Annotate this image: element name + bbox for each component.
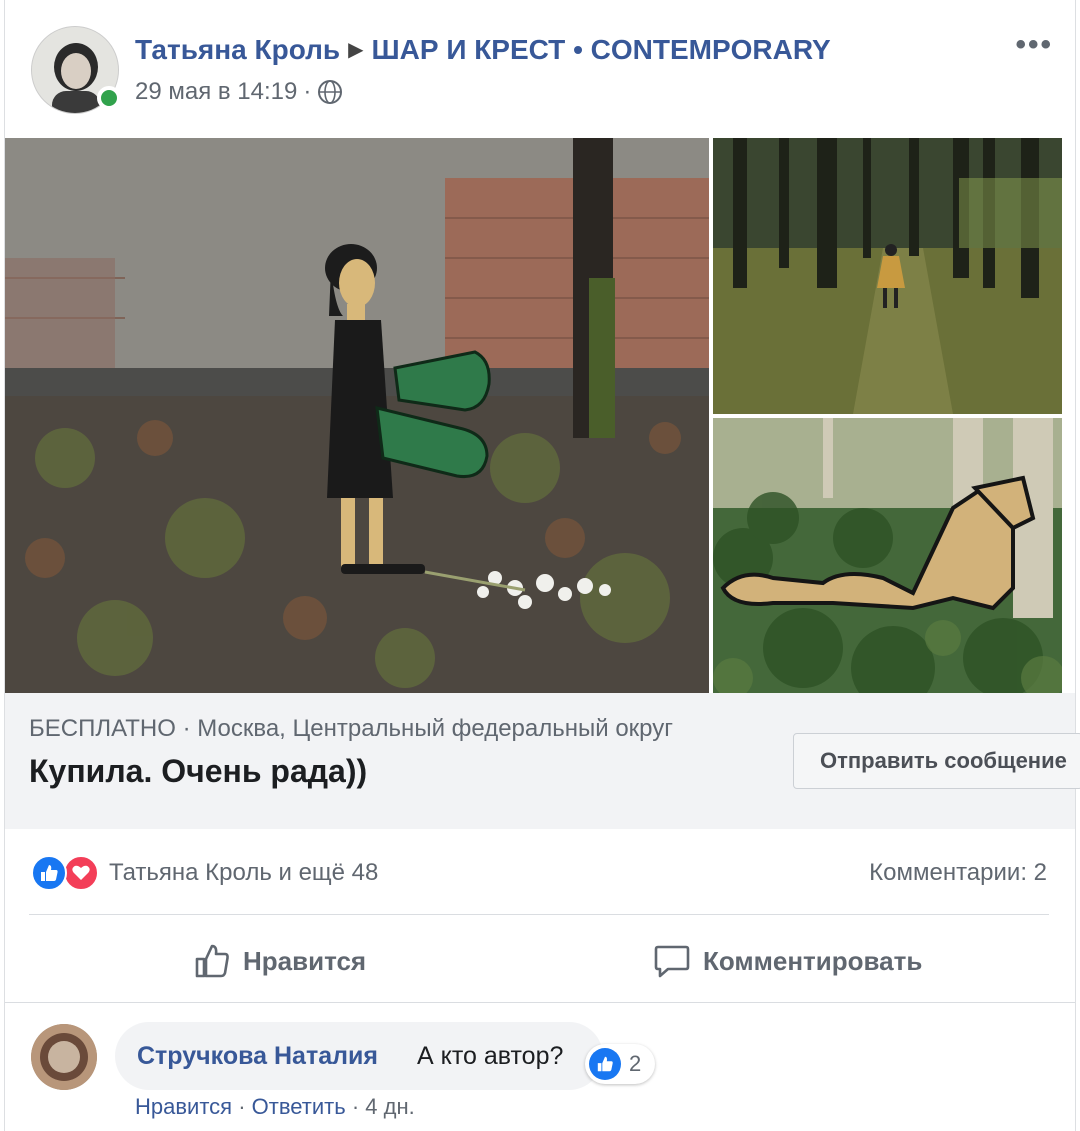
photo-street-art-girl[interactable] <box>5 138 709 693</box>
like-reaction-icon <box>31 855 67 891</box>
commenter-name-link[interactable]: Стручкова Наталия <box>137 1042 378 1071</box>
author-name-link[interactable]: Татьяна Кроль <box>135 34 340 65</box>
comment-age[interactable]: 4 дн. <box>365 1094 414 1119</box>
globe-icon[interactable] <box>317 79 343 105</box>
like-reaction-icon <box>589 1048 621 1080</box>
listing-location: Москва, Центральный федеральный округ <box>197 715 674 742</box>
send-message-button[interactable]: Отправить сообщение <box>793 733 1080 789</box>
photo-reclining-figure[interactable] <box>713 418 1062 693</box>
comment-actions: Нравится · Ответить · 4 дн. <box>135 1094 415 1120</box>
photo-forest-figure[interactable] <box>713 138 1062 414</box>
comment-icon <box>654 945 690 978</box>
comment-text: А кто автор? <box>417 1042 564 1070</box>
meta-separator: · <box>303 78 312 105</box>
comment-bubble: Стручкова Наталия А кто автор? <box>115 1022 603 1090</box>
comment-button-label: Комментировать <box>703 945 923 976</box>
listing-info: БЕСПЛАТНО · Москва, Центральный федераль… <box>5 693 1080 829</box>
more-options-icon[interactable]: ••• <box>1015 28 1053 62</box>
caret-right-icon: ▶ <box>348 39 364 61</box>
reactions-summary: Татьяна Кроль и ещё 48 Комментарии: 2 <box>5 845 1075 905</box>
listing-price: БЕСПЛАТНО <box>29 715 176 742</box>
reaction-icons[interactable] <box>31 855 101 893</box>
online-status-indicator <box>97 86 121 110</box>
listing-meta-separator: · <box>182 715 191 742</box>
post-timestamp[interactable]: 29 мая в 14:19 <box>135 78 297 106</box>
post-title-line: Татьяна Кроль ▶ ШАР И КРЕСТ • CONTEMPORARY <box>135 34 831 66</box>
post-actions: Нравится Комментировать <box>5 920 1075 1000</box>
post-header: Татьяна Кроль ▶ ШАР И КРЕСТ • CONTEMPORARY… <box>5 0 1075 138</box>
listing-title: Купила. Очень рада)) <box>29 753 368 789</box>
like-button-label: Нравится <box>243 945 367 976</box>
comment-reply-link[interactable]: Ответить <box>252 1094 346 1119</box>
comments-count[interactable]: Комментарии: 2 <box>869 859 1047 887</box>
post-card: Татьяна Кроль ▶ ШАР И КРЕСТ • CONTEMPORARY… <box>4 0 1080 1131</box>
divider <box>5 1002 1075 1003</box>
love-reaction-icon <box>63 855 99 891</box>
thumbs-up-icon <box>195 944 229 978</box>
comment-like-link[interactable]: Нравится <box>135 1094 232 1119</box>
commenter-avatar[interactable] <box>31 1024 97 1090</box>
comment-button[interactable]: Комментировать <box>653 936 922 986</box>
like-button[interactable]: Нравится <box>193 936 366 986</box>
post-meta: 29 мая в 14:19 · <box>135 78 343 106</box>
listing-meta: БЕСПЛАТНО · Москва, Центральный федераль… <box>29 715 673 743</box>
group-name-link[interactable]: ШАР И КРЕСТ • CONTEMPORARY <box>372 34 831 65</box>
comment-separator: · <box>351 1094 360 1119</box>
comment-reactions[interactable]: 2 <box>585 1044 655 1084</box>
comment-reaction-count: 2 <box>629 1051 642 1076</box>
reactions-summary-text[interactable]: Татьяна Кроль и ещё 48 <box>109 859 378 887</box>
comment-separator: · <box>238 1094 246 1119</box>
divider <box>29 914 1049 915</box>
